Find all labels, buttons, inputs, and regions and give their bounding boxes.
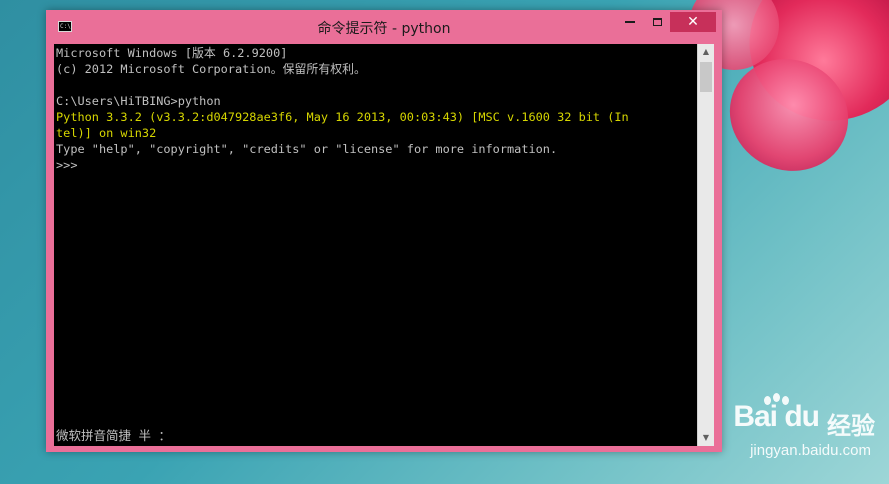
console-line: Microsoft Windows [版本 6.2.9200]	[56, 46, 288, 60]
close-icon: ✕	[687, 14, 699, 30]
console-line: C:\Users\HiTBING>python	[56, 94, 221, 108]
console-line: >>>	[56, 158, 78, 172]
paw-icon	[782, 396, 789, 405]
console-line: Python 3.3.2 (v3.3.2:d047928ae3f6, May 1…	[56, 110, 629, 124]
command-prompt-window[interactable]: C:\ 命令提示符 - python ✕ Microsoft Windows […	[46, 10, 722, 452]
scroll-up-arrow-icon[interactable]: ▲	[698, 44, 714, 60]
console-line: tel)] on win32	[56, 126, 157, 140]
baidu-jingyan-watermark: Bai du 经验 jingyan.baidu.com	[665, 393, 875, 476]
jingyan-brand: 经验	[827, 412, 875, 440]
ime-status-bar: 微软拼音简捷 半 ：	[56, 428, 172, 443]
maximize-button[interactable]	[643, 12, 671, 32]
console-output[interactable]: Microsoft Windows [版本 6.2.9200] (c) 2012 …	[54, 44, 697, 446]
console-line: Type "help", "copyright", "credits" or "…	[56, 142, 558, 156]
title-bar[interactable]: C:\ 命令提示符 - python ✕	[46, 10, 722, 44]
console-lines: Microsoft Windows [版本 6.2.9200] (c) 2012 …	[56, 45, 629, 173]
vertical-scrollbar[interactable]: ▲ ▼	[697, 44, 714, 446]
console-line: (c) 2012 Microsoft Corporation。保留所有权利。	[56, 62, 366, 76]
watermark-url: jingyan.baidu.com	[750, 442, 871, 459]
paw-icon	[773, 393, 780, 402]
baidu-logo: Bai du	[733, 400, 820, 433]
paw-icon	[764, 396, 771, 405]
minimize-button[interactable]	[616, 12, 644, 32]
close-button[interactable]: ✕	[670, 12, 716, 32]
minimize-icon	[625, 20, 635, 23]
maximize-icon	[652, 17, 662, 26]
scroll-thumb[interactable]	[700, 62, 712, 92]
